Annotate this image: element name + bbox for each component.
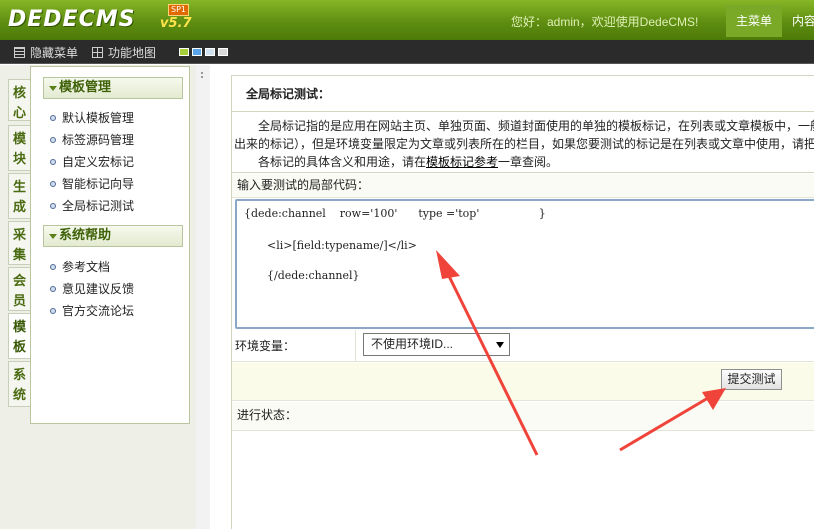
collapse-triangle-icon — [49, 86, 57, 91]
desc-line-2: 出来的标记），但是环境变量限定为文章或列表所在的栏目，如果您要测试的标记是在列表… — [234, 137, 814, 151]
collapse-triangle-icon — [49, 234, 57, 239]
menu-icon — [14, 47, 25, 58]
theme-swatch-gray[interactable] — [218, 48, 228, 56]
vtab-member[interactable]: 会员 — [8, 267, 30, 311]
theme-swatch-green[interactable] — [179, 48, 189, 56]
submit-row: 提交测试 — [232, 363, 814, 401]
sidebar-item-reference-docs[interactable]: 参考文档 — [49, 258, 110, 275]
sidebar-item-default-templates[interactable]: 默认模板管理 — [49, 109, 134, 126]
desc-line-3-suffix: 一章查阅。 — [498, 155, 559, 169]
site-map-label: 功能地图 — [108, 46, 157, 60]
bullet-icon — [50, 308, 56, 314]
dedecms-logo: DEDECMS v5.7 SP1 — [8, 4, 192, 35]
section-title: 系统帮助 — [59, 228, 112, 243]
version-label: v5.7 — [160, 16, 192, 31]
page-title: 全局标记测试： — [232, 76, 814, 112]
bullet-icon — [50, 203, 56, 209]
nav-main-menu[interactable]: 主菜单 — [726, 5, 783, 37]
sidebar-item-feedback[interactable]: 意见建议反馈 — [49, 280, 134, 297]
divider — [355, 330, 356, 361]
hide-menu-button[interactable]: 隐藏菜单 — [14, 44, 78, 61]
vtab-modules[interactable]: 模块 — [8, 125, 30, 171]
theme-swatch-lightblue[interactable] — [205, 48, 215, 56]
grid-icon — [92, 47, 103, 58]
bullet-icon — [50, 181, 56, 187]
sidebar-item-label: 标签源码管理 — [62, 133, 135, 147]
sidebar-item-label: 意见建议反馈 — [62, 282, 135, 296]
tag-test-panel: 全局标记测试： 全局标记指的是应用在网站主页、单独页面、频道封面使用的单独的模板… — [231, 75, 814, 529]
hide-menu-label: 隐藏菜单 — [30, 46, 79, 60]
site-map-button[interactable]: 功能地图 — [92, 44, 156, 61]
frame-splitter[interactable] — [196, 65, 210, 529]
logo-text: DEDECMS — [8, 7, 136, 32]
status-label: 进行状态： — [232, 402, 814, 431]
sidebar-item-label: 官方交流论坛 — [62, 304, 135, 318]
toolbar: 隐藏菜单 功能地图 — [0, 40, 814, 64]
vtab-template[interactable]: 模板 — [8, 313, 30, 359]
sidebar-item-label: 参考文档 — [62, 260, 111, 274]
vtab-collect[interactable]: 采集 — [8, 221, 30, 265]
section-template-management[interactable]: 模板管理 — [43, 77, 183, 99]
code-line: {dede:channel row='100' type ='top' } — [244, 207, 546, 220]
env-label: 环境变量： — [235, 339, 296, 353]
sidebar-item-label: 智能标记向导 — [62, 177, 135, 191]
bullet-icon — [50, 159, 56, 165]
sidebar-item-tag-wizard[interactable]: 智能标记向导 — [49, 175, 134, 192]
sidebar-item-label: 全局标记测试 — [62, 199, 135, 213]
vtab-system[interactable]: 系统 — [8, 361, 30, 407]
sidebar-item-custom-macro[interactable]: 自定义宏标记 — [49, 153, 134, 170]
code-textarea[interactable]: {dede:channel row='100' type ='top' } <l… — [235, 199, 814, 329]
sidebar-item-label: 自定义宏标记 — [62, 155, 135, 169]
submit-test-button[interactable]: 提交测试 — [721, 369, 782, 390]
env-select-value: 不使用环境ID... — [371, 337, 454, 351]
nav-content[interactable]: 内容 — [782, 5, 814, 37]
sidebar-item-global-tag-test[interactable]: 全局标记测试 — [49, 197, 134, 214]
code-line: <li>[field:typename/]</li> — [267, 239, 417, 252]
bullet-icon — [50, 137, 56, 143]
vtab-generate[interactable]: 生成 — [8, 173, 30, 219]
top-header: DEDECMS v5.7 SP1 您好：admin，欢迎使用DedeCMS! 主… — [0, 0, 814, 40]
theme-swatch-blue[interactable] — [192, 48, 202, 56]
section-title: 模板管理 — [59, 80, 112, 95]
top-nav: 主菜单 内容 — [726, 5, 814, 37]
sidebar-item-tag-source[interactable]: 标签源码管理 — [49, 131, 134, 148]
bullet-icon — [50, 286, 56, 292]
desc-line-1: 全局标记指的是应用在网站主页、单独页面、频道封面使用的单独的模板标记，在列表或文… — [258, 119, 814, 133]
sidebar-panel: 模板管理 默认模板管理 标签源码管理 自定义宏标记 智能标记向导 全局标记测试 … — [30, 66, 190, 424]
code-line: {/dede:channel} — [267, 269, 360, 282]
bullet-icon — [50, 115, 56, 121]
sp-badge: SP1 — [168, 4, 189, 16]
dropdown-arrow-icon — [496, 342, 504, 348]
section-system-help[interactable]: 系统帮助 — [43, 225, 183, 247]
desc-line-3: 各标记的具体含义和用途，请在模板标记参考一章查阅。 — [258, 153, 558, 170]
tag-reference-link[interactable]: 模板标记参考 — [426, 155, 498, 169]
welcome-text: 您好：admin，欢迎使用DedeCMS! — [511, 15, 699, 29]
env-select[interactable]: 不使用环境ID... — [363, 333, 510, 356]
description: 全局标记指的是应用在网站主页、单独页面、频道封面使用的单独的模板标记，在列表或文… — [232, 113, 814, 173]
sidebar-item-label: 默认模板管理 — [62, 111, 135, 125]
splitter-grip-icon — [201, 72, 205, 78]
code-input-label: 输入要测试的局部代码： — [232, 174, 814, 198]
sidebar-item-forum[interactable]: 官方交流论坛 — [49, 302, 134, 319]
desc-line-3-prefix: 各标记的具体含义和用途，请在 — [258, 155, 427, 169]
bullet-icon — [50, 264, 56, 270]
vtab-core[interactable]: 核心 — [8, 79, 30, 121]
env-row: 环境变量： 不使用环境ID... — [232, 330, 814, 362]
